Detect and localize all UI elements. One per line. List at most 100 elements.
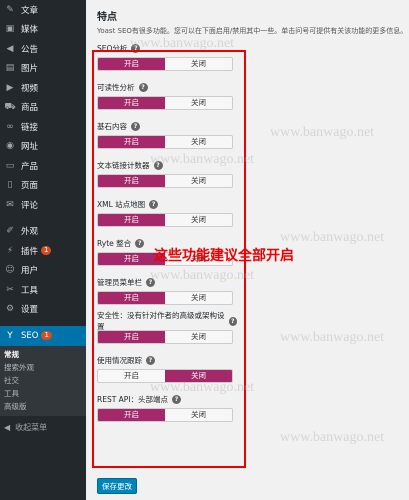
sidebar-item-label: 插件 <box>21 246 39 257</box>
feature-toggle: 开启 关闭 <box>97 57 233 71</box>
watermark: www.banwago.net <box>280 430 385 445</box>
feature-toggle: 开启 关闭 <box>97 135 233 149</box>
toggle-off-option[interactable]: 关闭 <box>165 214 232 226</box>
sidebar-item-label: 图片 <box>21 64 39 75</box>
collapse-menu-label: 收起菜单 <box>15 423 48 432</box>
help-icon[interactable]: ? <box>131 43 141 53</box>
sidebar-item-label: 页面 <box>21 181 39 192</box>
feature-label-text: 使用情况跟踪 <box>97 355 142 365</box>
sidebar-item[interactable]: ✐ 外观 <box>0 222 86 242</box>
toggle-on-option[interactable]: 开启 <box>98 292 165 304</box>
admin-sidebar: ✎ 文章 ▣ 媒体 ◀ 公告 ▤ 图片 ▶ 视频 ⛟ 商品 ∞ 链接 ◉ 网址 ▭ 产品 ▯ 页面 ✉ 评论 ✐ 外观 ⚡ 插件… <box>0 0 86 500</box>
update-badge: 1 <box>41 246 52 256</box>
toggle-off-option[interactable]: 关闭 <box>165 175 232 187</box>
sidebar-item[interactable]: ✉ 评论 <box>0 195 86 215</box>
feature-setting: XML 站点地图? 开启 关闭 <box>97 199 237 227</box>
sidebar-item[interactable]: ⚡ 插件 1 <box>0 241 86 261</box>
seo-submenu-item[interactable]: 搜索外观 <box>0 361 86 374</box>
sidebar-item-label: 文章 <box>21 5 39 16</box>
sidebar-item[interactable]: ⛟ 商品 <box>0 98 86 118</box>
features-intro: Yoast SEO有很多功能。您可以在下面启用/禁用其中一些。单击问号可提供有关… <box>97 27 408 35</box>
feature-label: XML 站点地图? <box>97 199 237 209</box>
toggle-on-option[interactable]: 开启 <box>98 175 165 187</box>
cart-icon: ⛟ <box>4 101 16 112</box>
help-icon[interactable]: ? <box>146 355 155 365</box>
feature-setting: 管理员菜单栏? 开启 关闭 <box>97 277 237 305</box>
toggle-on-option[interactable]: 开启 <box>98 58 165 70</box>
help-icon[interactable]: ? <box>228 316 237 326</box>
sidebar-item-label: 视频 <box>21 83 39 94</box>
sidebar-item[interactable]: ▶ 视频 <box>0 78 86 98</box>
feature-label: SEO分析? <box>97 43 237 53</box>
toggle-on-option[interactable]: 开启 <box>98 370 165 382</box>
seo-update-badge: 1 <box>41 331 52 341</box>
sidebar-item[interactable]: ▭ 产品 <box>0 156 86 176</box>
page-title: 特点 <box>97 12 117 23</box>
toggle-off-option[interactable]: 关闭 <box>165 97 232 109</box>
feature-label: 文本链接计数器? <box>97 160 237 170</box>
seo-submenu-item[interactable]: 常规 <box>0 348 86 361</box>
feature-label-text: 可读性分析 <box>97 82 135 92</box>
yoast-icon: Y <box>7 330 13 341</box>
seo-submenu-item[interactable]: 社交 <box>0 374 86 387</box>
link-icon: ∞ <box>6 121 14 132</box>
watermark: www.banwago.net <box>270 125 375 140</box>
help-icon[interactable]: ? <box>172 394 182 404</box>
toggle-off-option[interactable]: 关闭 <box>165 292 232 304</box>
feature-toggle: 开启 关闭 <box>97 408 233 422</box>
help-icon[interactable]: ? <box>146 277 155 287</box>
toggle-on-option[interactable]: 开启 <box>98 136 165 148</box>
feature-setting: SEO分析? 开启 关闭 <box>97 43 237 71</box>
help-icon[interactable]: ? <box>149 199 159 209</box>
sidebar-item[interactable]: ✎ 文章 <box>0 0 86 20</box>
sidebar-item-label: 设置 <box>21 305 39 316</box>
sidebar-item-label: 评论 <box>21 200 39 211</box>
sidebar-item-label: 链接 <box>21 122 39 133</box>
sidebar-item-label: SEO <box>21 330 39 341</box>
collapse-menu-button[interactable]: ◀ 收起菜单 <box>0 419 86 437</box>
feature-label-text: 文本链接计数器 <box>97 160 150 170</box>
seo-submenu-item[interactable]: 高级版 <box>0 400 86 413</box>
sidebar-item[interactable]: ◀ 公告 <box>0 39 86 59</box>
feature-setting: 安全性：没有针对作者的高级或架构设置? 开启 关闭 <box>97 311 237 344</box>
toggle-off-option[interactable]: 关闭 <box>165 136 232 148</box>
feature-setting: REST API：头部端点? 开启 关闭 <box>97 394 237 422</box>
brush-icon: ✐ <box>6 226 14 237</box>
sidebar-item[interactable]: ⚙ 设置 <box>0 300 86 320</box>
help-icon[interactable]: ? <box>131 121 140 131</box>
help-icon[interactable]: ? <box>138 82 148 92</box>
toggle-off-option[interactable]: 关闭 <box>165 409 232 421</box>
sidebar-item[interactable]: ☺ 用户 <box>0 261 86 281</box>
toggle-off-option[interactable]: 关闭 <box>165 370 232 382</box>
sidebar-item[interactable]: ✂ 工具 <box>0 280 86 300</box>
sidebar-item[interactable]: ◉ 网址 <box>0 137 86 157</box>
feature-label-text: REST API：头部端点 <box>97 394 169 404</box>
toggle-on-option[interactable]: 开启 <box>98 331 165 343</box>
seo-submenu-item[interactable]: 工具 <box>0 387 86 400</box>
toggle-on-option[interactable]: 开启 <box>98 97 165 109</box>
sidebar-item[interactable]: ▣ 媒体 <box>0 20 86 40</box>
sidebar-item-seo[interactable]: Y SEO 1 <box>0 326 86 346</box>
video-icon: ▶ <box>6 82 14 93</box>
folder-icon: ▭ <box>5 160 15 171</box>
sidebar-item-label: 公告 <box>21 44 39 55</box>
feature-toggle: 开启 关闭 <box>97 330 233 344</box>
toggle-on-option[interactable]: 开启 <box>98 214 165 226</box>
sidebar-item-label: 产品 <box>21 161 39 172</box>
collapse-icon: ◀ <box>4 423 11 432</box>
sidebar-item[interactable]: ▯ 页面 <box>0 176 86 196</box>
watermark: www.banwago.net <box>280 230 385 245</box>
help-icon[interactable]: ? <box>153 160 163 170</box>
sidebar-item[interactable]: ▤ 图片 <box>0 59 86 79</box>
toggle-off-option[interactable]: 关闭 <box>165 331 232 343</box>
feature-label-text: 基石内容 <box>97 121 127 131</box>
toggle-on-option[interactable]: 开启 <box>98 409 165 421</box>
recommendation-annotation: 这些功能建议全部开启 <box>154 248 294 264</box>
feature-setting: 可读性分析? 开启 关闭 <box>97 82 237 110</box>
feature-label: 安全性：没有针对作者的高级或架构设置? <box>97 311 237 331</box>
toggle-off-option[interactable]: 关闭 <box>165 58 232 70</box>
save-changes-button[interactable]: 保存更改 <box>97 478 137 494</box>
sidebar-item[interactable]: ∞ 链接 <box>0 117 86 137</box>
help-icon[interactable]: ? <box>135 238 145 248</box>
feature-label-text: 管理员菜单栏 <box>97 277 142 287</box>
